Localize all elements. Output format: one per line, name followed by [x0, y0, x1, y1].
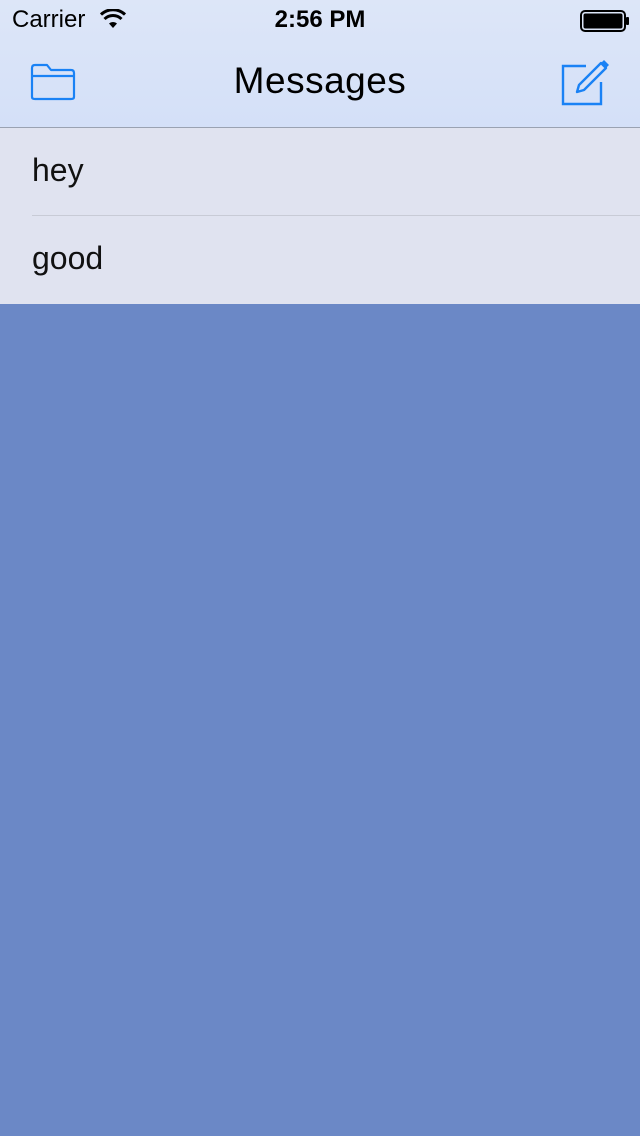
status-bar: Carrier 2:56 PM [0, 0, 640, 40]
list-item[interactable]: good [0, 216, 640, 304]
page-title: Messages [233, 60, 407, 101]
compose-icon [560, 60, 610, 110]
list-item[interactable]: hey [0, 128, 640, 216]
clock: 2:56 PM [274, 6, 366, 33]
navigation-bar: Messages [0, 40, 640, 128]
top-bar: Carrier 2:56 PM Messages [0, 0, 640, 128]
battery-icon [580, 10, 630, 37]
list-item-label: hey [32, 152, 84, 188]
compose-button[interactable] [560, 58, 610, 106]
list-item-label: good [32, 240, 104, 276]
message-list: hey good [0, 128, 640, 304]
